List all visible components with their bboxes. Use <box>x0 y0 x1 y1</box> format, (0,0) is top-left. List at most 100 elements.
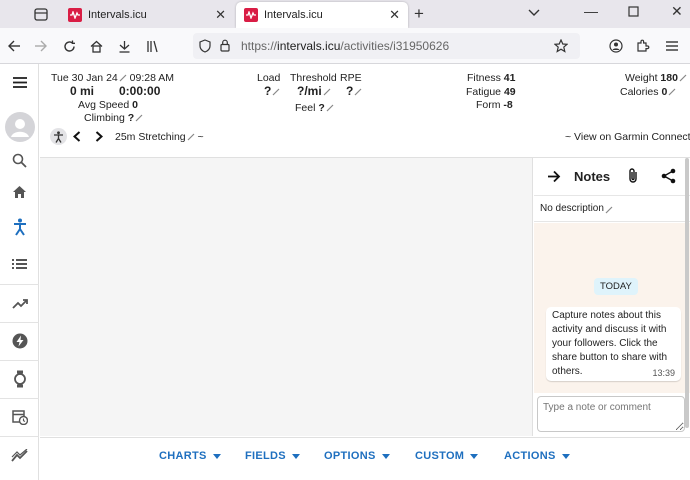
system-message-bubble: Capture notes about this activity and di… <box>546 307 681 381</box>
load-label: Load <box>257 72 281 84</box>
today-date-badge: TODAY <box>594 278 638 295</box>
watch-icon[interactable] <box>0 361 39 397</box>
home-icon[interactable] <box>88 38 104 54</box>
calendar-clock-icon[interactable] <box>0 399 39 435</box>
edit-pencil-icon[interactable] <box>323 88 331 96</box>
home-dashboard-icon[interactable] <box>0 174 39 210</box>
activity-type-icon[interactable] <box>50 128 67 145</box>
form: Form -8 <box>476 99 513 111</box>
account-icon[interactable] <box>608 38 624 54</box>
edit-pencil-icon[interactable] <box>135 114 143 122</box>
chevron-down-icon <box>381 453 390 459</box>
load-value[interactable]: ? <box>264 84 280 98</box>
chevron-down-icon <box>212 453 221 459</box>
edit-pencil-icon[interactable] <box>326 104 334 112</box>
save-to-pocket-icon[interactable] <box>116 38 132 54</box>
charts-menu-button[interactable]: CHARTS <box>159 450 221 462</box>
threshold-label: Threshold <box>290 72 337 84</box>
back-icon[interactable] <box>6 38 22 54</box>
activity-figure-icon[interactable] <box>0 209 39 245</box>
activity-datetime[interactable]: Tue 30 Jan 24 09:28 AM <box>51 72 174 84</box>
tab-list-icon[interactable] <box>28 5 54 23</box>
edit-pencil-icon[interactable] <box>605 206 613 214</box>
tab-title: Intervals.icu <box>264 9 323 21</box>
attach-paperclip-icon[interactable] <box>628 167 638 187</box>
browser-nav-bar: https://intervals.icu/activities/i319506… <box>0 28 690 64</box>
climbing[interactable]: Climbing ? <box>84 112 143 124</box>
actions-menu-button[interactable]: ACTIONS <box>504 450 570 462</box>
notes-header: Notes <box>534 158 690 196</box>
share-icon[interactable] <box>661 168 676 187</box>
fitness: Fitness 41 <box>467 72 516 84</box>
edit-pencil-icon[interactable] <box>272 88 280 96</box>
intervals-favicon <box>68 8 82 22</box>
hamburger-menu-icon[interactable] <box>0 64 39 100</box>
avg-speed: Avg Speed 0 <box>78 99 138 111</box>
power-bolt-icon[interactable] <box>0 323 39 359</box>
tab-title: Intervals.icu <box>88 9 147 21</box>
edit-pencil-icon[interactable] <box>668 88 676 96</box>
note-comment-input[interactable] <box>537 396 685 432</box>
avatar[interactable] <box>0 108 39 146</box>
activity-main-panel <box>40 158 533 436</box>
forward-icon[interactable] <box>33 38 49 54</box>
extensions-icon[interactable] <box>635 38 651 54</box>
url-bar[interactable]: https://intervals.icu/activities/i319506… <box>193 33 580 59</box>
notes-panel: Notes No description TODAY Capture notes… <box>534 158 690 436</box>
notes-title: Notes <box>574 169 611 184</box>
weight[interactable]: Weight 180 <box>625 72 687 84</box>
bookmark-star-icon[interactable] <box>553 38 569 54</box>
custom-menu-button[interactable]: CUSTOM <box>415 450 479 462</box>
notes-scrollbar[interactable] <box>684 158 690 436</box>
intervals-favicon <box>244 8 258 22</box>
scrollbar-thumb[interactable] <box>685 158 689 428</box>
browser-tab-2[interactable]: Intervals.icu ✕ <box>236 2 408 28</box>
fatigue: Fatigue 49 <box>466 86 516 98</box>
minimize-icon[interactable]: — <box>584 3 598 19</box>
message-time: 13:39 <box>652 368 675 378</box>
url-text: https://intervals.icu/activities/i319506… <box>241 39 450 53</box>
calories[interactable]: Calories 0 <box>620 86 676 98</box>
browser-tab-1[interactable]: Intervals.icu ✕ <box>60 2 234 28</box>
activity-description[interactable]: No description <box>534 196 690 222</box>
activity-list-icon[interactable] <box>0 246 39 282</box>
search-icon[interactable] <box>0 142 39 178</box>
edit-pencil-icon[interactable] <box>187 133 195 141</box>
chevron-down-icon <box>561 453 570 459</box>
app-menu-icon[interactable] <box>664 38 680 54</box>
tab-overflow-chevron-icon[interactable] <box>528 4 540 20</box>
maximize-icon[interactable] <box>628 4 639 20</box>
reload-icon[interactable] <box>61 38 77 54</box>
chevron-down-icon <box>291 453 300 459</box>
rpe-label: RPE <box>340 72 362 84</box>
edit-pencil-icon[interactable] <box>119 74 127 82</box>
library-icon[interactable] <box>145 38 161 54</box>
new-tab-icon[interactable]: + <box>414 4 424 24</box>
close-notes-arrow-icon[interactable] <box>547 170 561 186</box>
activity-name[interactable]: 25m Stretching ~ <box>115 131 204 143</box>
threshold-value[interactable]: ?/mi <box>297 84 331 98</box>
fitness-trend-icon[interactable] <box>0 285 39 321</box>
edit-pencil-icon[interactable] <box>679 74 687 82</box>
rpe-value[interactable]: ? <box>346 84 362 98</box>
options-menu-button[interactable]: OPTIONS <box>324 450 390 462</box>
browser-tab-bar: Intervals.icu ✕ Intervals.icu ✕ + — ✕ <box>0 0 690 28</box>
lock-icon[interactable] <box>220 39 230 55</box>
chevron-down-icon <box>470 453 479 459</box>
duration-value: 0:00:00 <box>119 84 161 98</box>
close-tab-icon[interactable]: ✕ <box>215 8 226 21</box>
analysis-chart-icon[interactable] <box>0 437 39 473</box>
message-text: Capture notes about this activity and di… <box>552 310 668 377</box>
view-on-garmin-link[interactable]: ~ View on Garmin Connect <box>565 131 690 143</box>
previous-activity-chevron-icon[interactable] <box>73 131 81 145</box>
notes-chat-area: TODAY Capture notes about this activity … <box>534 223 690 393</box>
feel[interactable]: Feel ? <box>295 102 334 114</box>
shield-icon[interactable] <box>199 39 211 56</box>
close-tab-icon[interactable]: ✕ <box>389 8 400 21</box>
fields-menu-button[interactable]: FIELDS <box>245 450 300 462</box>
next-activity-chevron-icon[interactable] <box>95 131 103 145</box>
window-close-icon[interactable]: ✕ <box>671 3 683 20</box>
activity-header: Tue 30 Jan 24 09:28 AM 0 mi 0:00:00 Avg … <box>40 64 690 158</box>
bottom-toolbar: CHARTS FIELDS OPTIONS CUSTOM ACTIONS <box>40 437 690 480</box>
edit-pencil-icon[interactable] <box>354 88 362 96</box>
